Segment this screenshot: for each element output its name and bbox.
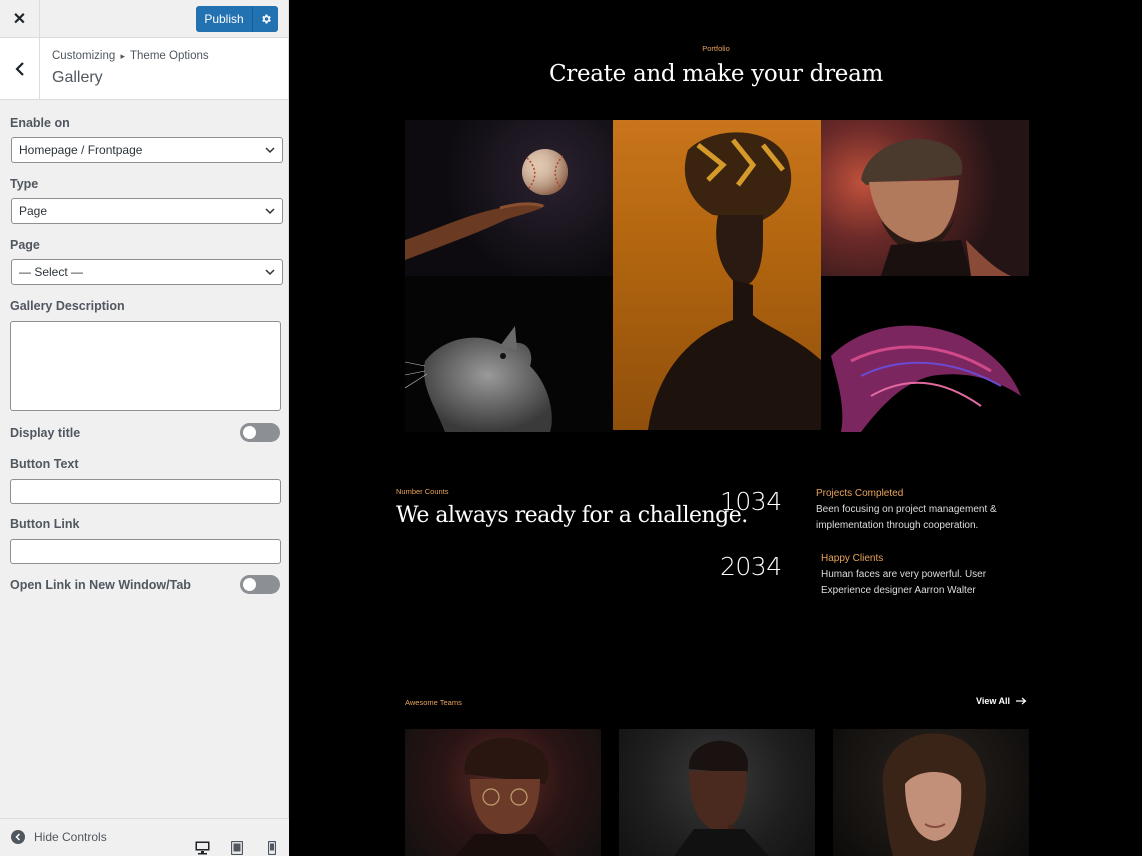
hide-controls-button[interactable]: Hide Controls xyxy=(11,830,107,844)
back-button[interactable] xyxy=(0,38,40,99)
page-label: Page xyxy=(10,238,40,252)
stat-title: Projects Completed xyxy=(816,488,904,499)
collapse-icon xyxy=(11,830,25,844)
portfolio-title: Create and make your dream xyxy=(548,61,884,87)
chevron-down-icon xyxy=(265,208,275,215)
close-icon[interactable]: ✕ xyxy=(0,0,40,38)
stat-desc-line: Experience designer Aarron Walter xyxy=(821,585,976,596)
button-link-input[interactable] xyxy=(10,539,281,564)
portfolio-kicker: Portfolio xyxy=(702,44,730,53)
button-text-label: Button Text xyxy=(10,457,79,471)
gallery-description-label: Gallery Description xyxy=(10,299,125,313)
breadcrumb-separator: ▸ xyxy=(120,51,126,61)
stat-description: Human faces are very powerful. User Expe… xyxy=(821,567,1026,599)
section-title: Gallery xyxy=(52,69,103,86)
type-select[interactable]: Page xyxy=(11,198,283,224)
team-member-photo[interactable] xyxy=(619,729,815,856)
stat-desc-line: implementation through cooperation. xyxy=(816,520,979,531)
type-value: Page xyxy=(19,204,48,218)
open-new-tab-row: Open Link in New Window/Tab xyxy=(10,575,280,594)
view-all-label: View All xyxy=(976,696,1011,706)
breadcrumb: Customizing ▸ Theme Options xyxy=(52,50,209,62)
breadcrumb-root: Customizing xyxy=(52,50,116,62)
gear-icon[interactable] xyxy=(252,6,278,32)
gallery-description-textarea[interactable] xyxy=(10,321,281,411)
controls-panel: Enable on Homepage / Frontpage Type Page… xyxy=(0,116,288,594)
enable-on-value: Homepage / Frontpage xyxy=(19,143,143,157)
gallery-image-hand-baseball[interactable] xyxy=(405,120,613,276)
stat-desc-line: Human faces are very powerful. User xyxy=(821,569,987,580)
page-select[interactable]: — Select — xyxy=(11,259,283,285)
chevron-down-icon xyxy=(265,147,275,154)
team-member-photo[interactable] xyxy=(833,729,1029,856)
mobile-icon[interactable] xyxy=(263,839,281,856)
section-header: Customizing ▸ Theme Options Gallery xyxy=(0,38,288,100)
enable-on-select[interactable]: Homepage / Frontpage xyxy=(11,137,283,163)
type-label: Type xyxy=(10,177,39,191)
customizer-footer: Hide Controls xyxy=(0,818,289,856)
team-member-photo[interactable] xyxy=(405,729,601,856)
chevron-left-icon xyxy=(14,61,24,76)
gallery-image-woman-headwrap[interactable] xyxy=(613,120,821,430)
number-counts-title: We always ready for a challenge. xyxy=(396,503,748,528)
enable-on-label: Enable on xyxy=(10,116,70,130)
button-text-input[interactable] xyxy=(10,479,281,504)
publish-group: Publish xyxy=(196,6,278,32)
teams-kicker: Awesome Teams xyxy=(405,698,462,707)
stat-number: 2034 xyxy=(720,552,782,581)
open-new-tab-toggle[interactable] xyxy=(240,575,280,594)
site-preview: Portfolio Create and make your dream Num… xyxy=(290,0,1142,856)
open-new-tab-label: Open Link in New Window/Tab xyxy=(10,577,191,592)
customizer-sidebar: ✕ Publish Customizing ▸ Theme Options Ga… xyxy=(0,0,289,856)
stat-description: Been focusing on project management & im… xyxy=(816,502,1021,534)
customizer-header: ✕ Publish xyxy=(0,0,288,38)
hide-controls-label: Hide Controls xyxy=(34,830,107,844)
display-title-label: Display title xyxy=(10,425,81,440)
gallery-image-pink-hair[interactable] xyxy=(821,276,1029,432)
page-value: — Select — xyxy=(19,265,84,279)
breadcrumb-parent: Theme Options xyxy=(130,50,209,62)
publish-button[interactable]: Publish xyxy=(196,6,252,32)
device-switcher xyxy=(193,839,281,856)
display-title-toggle[interactable] xyxy=(240,423,280,442)
stat-desc-line: Been focusing on project management & xyxy=(816,504,997,515)
view-all-link[interactable]: View All xyxy=(976,696,1027,706)
gallery-image-man-cap[interactable] xyxy=(821,120,1029,276)
arrow-right-icon xyxy=(1016,697,1027,705)
number-counts-kicker: Number Counts xyxy=(396,487,449,496)
gallery-image-cat[interactable] xyxy=(405,276,613,432)
chevron-down-icon xyxy=(265,269,275,276)
button-link-label: Button Link xyxy=(10,517,80,531)
display-title-row: Display title xyxy=(10,423,280,442)
tablet-icon[interactable] xyxy=(228,839,246,856)
stat-number: 1034 xyxy=(720,487,782,516)
desktop-icon[interactable] xyxy=(193,839,211,856)
stat-title: Happy Clients xyxy=(821,553,884,564)
